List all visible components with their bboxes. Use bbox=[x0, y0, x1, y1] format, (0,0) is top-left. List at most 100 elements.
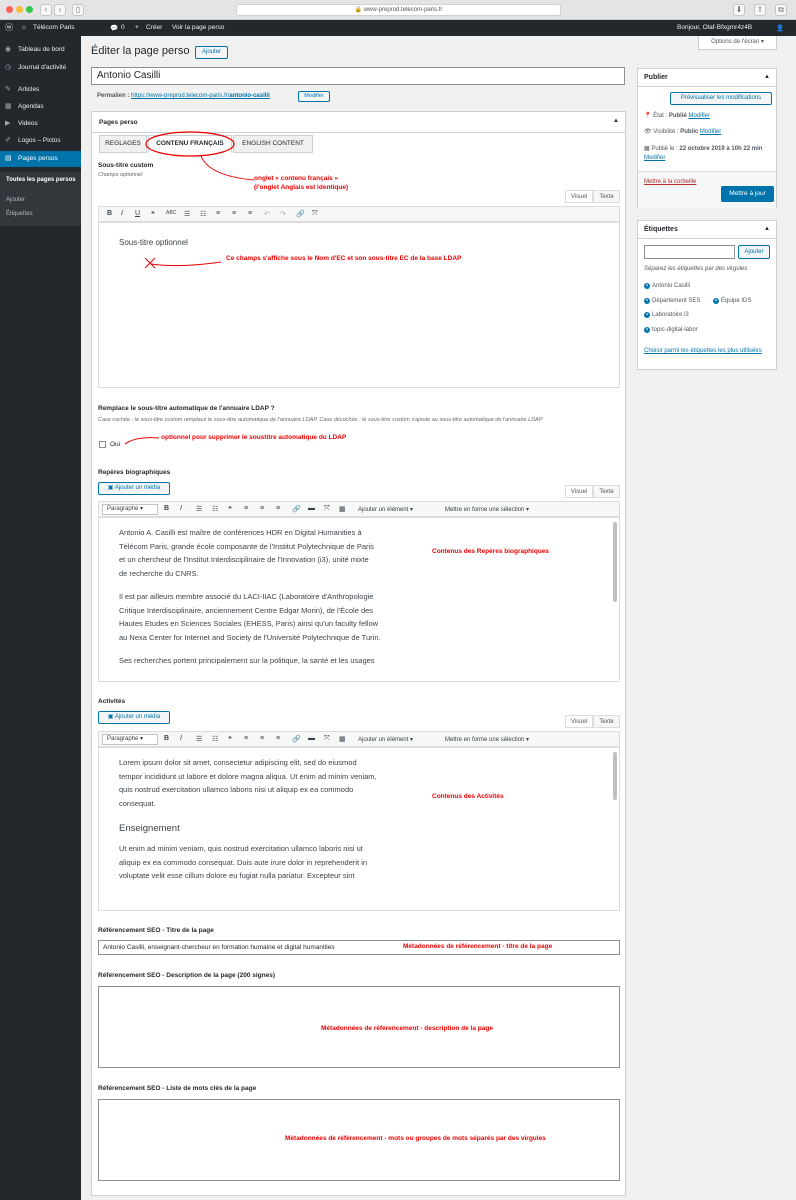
activities-format-select[interactable]: Paragraphe ▾ bbox=[102, 734, 158, 745]
bio-add-element-menu[interactable]: Ajouter un élément ▾ bbox=[358, 506, 413, 513]
submenu-all-pages[interactable]: Toutes les pages persos bbox=[6, 176, 76, 184]
share-icon[interactable]: ⇪ bbox=[754, 4, 766, 16]
bio-text-tab[interactable]: Texte bbox=[593, 485, 620, 498]
permalink-url[interactable]: https://www-preprod.telecom-paris.fr/ bbox=[131, 93, 229, 99]
subtitle-text-tab[interactable]: Texte bbox=[593, 190, 620, 203]
align-left-icon[interactable]: ≡ bbox=[216, 210, 220, 217]
download-icon[interactable]: ⬇ bbox=[733, 4, 745, 16]
submenu-tags[interactable]: Étiquettes bbox=[6, 211, 33, 217]
wordpress-logo-icon[interactable]: ⓦ bbox=[5, 22, 13, 33]
align-right-icon[interactable]: ≡ bbox=[248, 210, 252, 217]
italic-icon[interactable]: I bbox=[180, 735, 182, 742]
activities-text-tab[interactable]: Texte bbox=[593, 715, 620, 728]
remove-tag-icon[interactable]: × bbox=[713, 298, 719, 304]
link-icon[interactable]: 🔗 bbox=[296, 210, 305, 218]
new-link[interactable]: Créer bbox=[146, 24, 162, 31]
add-tag-button[interactable]: Ajouter bbox=[738, 245, 770, 259]
align-left-icon[interactable]: ≡ bbox=[244, 735, 248, 742]
toolbar-toggle-icon[interactable]: ▦ bbox=[339, 735, 346, 743]
comments-icon[interactable]: 💬 bbox=[110, 24, 118, 32]
link-icon[interactable]: 🔗 bbox=[292, 505, 301, 513]
underline-icon[interactable]: U bbox=[135, 210, 140, 217]
link-icon[interactable]: 🔗 bbox=[292, 735, 301, 743]
visibility-modify-link[interactable]: Modifier bbox=[700, 129, 721, 135]
screen-options-button[interactable]: Options de l'écran ▾ bbox=[698, 36, 777, 50]
quote-icon[interactable]: ❝ bbox=[151, 210, 155, 218]
add-new-button[interactable]: Ajouter bbox=[195, 46, 228, 59]
forward-icon[interactable]: › bbox=[54, 4, 66, 16]
minimize-window-icon[interactable] bbox=[16, 6, 23, 13]
bio-add-media-button[interactable]: ▣ Ajouter un média bbox=[98, 482, 170, 495]
ldap-checkbox[interactable] bbox=[99, 441, 106, 448]
remove-tag-icon[interactable]: × bbox=[644, 327, 650, 333]
bold-icon[interactable]: B bbox=[107, 210, 112, 217]
view-page-link[interactable]: Voir la page perso bbox=[172, 24, 224, 31]
remove-tag-icon[interactable]: × bbox=[644, 312, 650, 318]
close-window-icon[interactable] bbox=[6, 6, 13, 13]
numbered-list-icon[interactable]: ☷ bbox=[200, 210, 206, 218]
italic-icon[interactable]: I bbox=[180, 505, 182, 512]
maximize-window-icon[interactable] bbox=[26, 6, 33, 13]
quote-icon[interactable]: ❝ bbox=[228, 505, 232, 513]
menu-videos[interactable]: ▶ Videos bbox=[0, 116, 81, 132]
numbered-list-icon[interactable]: ☷ bbox=[212, 505, 218, 513]
menu-agendas[interactable]: ▦ Agendas bbox=[0, 99, 81, 115]
permalink-slug[interactable]: antonio-casilli bbox=[229, 93, 269, 99]
user-greeting[interactable]: Bonjour, Olaf-Bfxgmr4z4B bbox=[677, 24, 752, 31]
align-right-icon[interactable]: ≡ bbox=[276, 735, 280, 742]
align-left-icon[interactable]: ≡ bbox=[244, 505, 248, 512]
bio-visual-tab[interactable]: Visuel bbox=[565, 485, 593, 498]
update-button[interactable]: Mettre à jour bbox=[721, 186, 774, 202]
status-modify-link[interactable]: Modifier bbox=[689, 113, 710, 119]
menu-articles[interactable]: ✎ Articles bbox=[0, 82, 81, 98]
activities-add-media-button[interactable]: ▣ Ajouter un média bbox=[98, 711, 170, 724]
italic-icon[interactable]: I bbox=[121, 210, 123, 217]
collapse-icon[interactable]: ▲ bbox=[764, 74, 770, 80]
fullscreen-icon[interactable]: ⤧ bbox=[324, 735, 330, 743]
tag-input[interactable] bbox=[644, 245, 735, 259]
submenu-add[interactable]: Ajouter bbox=[6, 197, 25, 203]
align-center-icon[interactable]: ≡ bbox=[260, 505, 264, 512]
subtitle-editor[interactable]: Sous-titre optionnel bbox=[98, 222, 620, 388]
more-icon[interactable]: ▬ bbox=[308, 505, 315, 512]
activities-format-selection-menu[interactable]: Mettre en forme une sélection ▾ bbox=[445, 736, 529, 743]
bullet-list-icon[interactable]: ☰ bbox=[196, 735, 202, 743]
menu-pages-persos[interactable]: ▤ Pages persos bbox=[0, 151, 81, 167]
activities-editor[interactable]: Lorem ipsum dolor sit amet, consectetur … bbox=[98, 747, 620, 911]
back-icon[interactable]: ‹ bbox=[40, 4, 52, 16]
choose-tags-link[interactable]: Choisir parmi les étiquettes les plus ut… bbox=[644, 347, 764, 355]
strikethrough-icon[interactable]: ABC bbox=[166, 210, 176, 216]
menu-dashboard[interactable]: ◉ Tableau de bord bbox=[0, 42, 81, 58]
user-icon[interactable]: 👤 bbox=[776, 24, 784, 32]
tab-reglages[interactable]: REGLAGES bbox=[99, 135, 147, 153]
redo-icon[interactable]: ↷ bbox=[280, 210, 286, 218]
bullet-list-icon[interactable]: ☰ bbox=[196, 505, 202, 513]
site-name-link[interactable]: Télécom Paris bbox=[33, 24, 75, 31]
bio-scrollbar[interactable] bbox=[613, 522, 617, 602]
bio-editor[interactable]: Antonio A. Casilli est maître de confére… bbox=[98, 517, 620, 682]
permalink-modify-button[interactable]: Modifier bbox=[298, 91, 330, 102]
menu-logos[interactable]: ✐ Logos – Pictos bbox=[0, 133, 81, 149]
tabs-icon[interactable]: ⧉ bbox=[775, 4, 787, 16]
url-bar[interactable]: 🔒 www-preprod.telecom-paris.fr bbox=[236, 4, 561, 16]
bold-icon[interactable]: B bbox=[164, 505, 169, 512]
align-center-icon[interactable]: ≡ bbox=[260, 735, 264, 742]
bio-format-select[interactable]: Paragraphe ▾ bbox=[102, 504, 158, 515]
undo-icon[interactable]: ↶ bbox=[264, 210, 270, 218]
align-right-icon[interactable]: ≡ bbox=[276, 505, 280, 512]
bullet-list-icon[interactable]: ☰ bbox=[184, 210, 190, 218]
menu-activity[interactable]: ◷ Journal d'activité bbox=[0, 60, 81, 76]
collapse-icon[interactable]: ▲ bbox=[764, 226, 770, 232]
activities-add-element-menu[interactable]: Ajouter un élément ▾ bbox=[358, 736, 413, 743]
align-center-icon[interactable]: ≡ bbox=[232, 210, 236, 217]
fullscreen-icon[interactable]: ⤧ bbox=[312, 210, 318, 218]
preview-changes-button[interactable]: Prévisualiser les modifications bbox=[670, 92, 772, 105]
fullscreen-icon[interactable]: ⤧ bbox=[324, 505, 330, 513]
post-title-input[interactable]: Antonio Casilli bbox=[91, 67, 625, 85]
quote-icon[interactable]: ❝ bbox=[228, 735, 232, 743]
activities-scrollbar[interactable] bbox=[613, 752, 617, 800]
trash-link[interactable]: Mettre à la corbeille bbox=[644, 179, 696, 185]
tab-english-content[interactable]: ENGLISH CONTENT bbox=[233, 135, 313, 153]
remove-tag-icon[interactable]: × bbox=[644, 283, 650, 289]
bio-format-selection-menu[interactable]: Mettre en forme une sélection ▾ bbox=[445, 506, 529, 513]
